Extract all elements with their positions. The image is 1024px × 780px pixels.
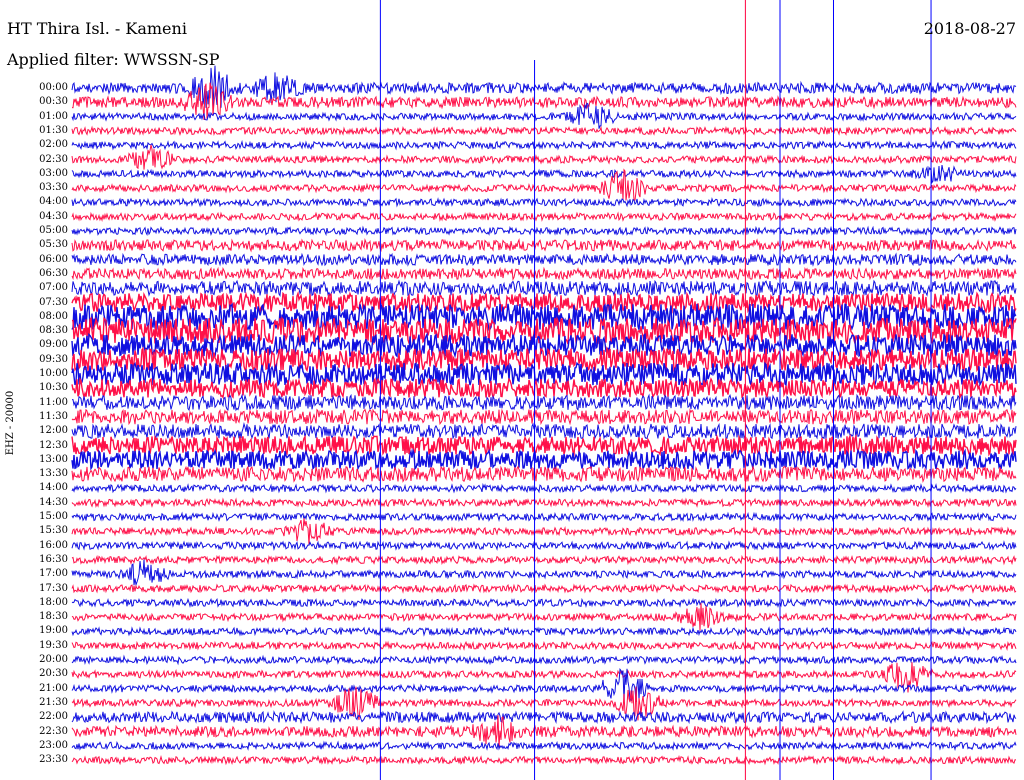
time-label-17: 08:30 bbox=[39, 325, 68, 337]
trace-row-31 bbox=[71, 518, 1017, 545]
time-label-7: 03:30 bbox=[39, 182, 68, 194]
trace-row-14 bbox=[71, 279, 1017, 298]
trace-row-19 bbox=[71, 345, 1017, 373]
trace-row-29 bbox=[71, 497, 1017, 508]
trace-row-22 bbox=[72, 393, 1017, 412]
time-label-18: 09:00 bbox=[39, 339, 68, 351]
time-label-15: 07:30 bbox=[39, 296, 68, 308]
time-label-12: 06:00 bbox=[39, 253, 68, 265]
trace-row-32 bbox=[71, 540, 1017, 551]
trace-row-33 bbox=[71, 554, 1017, 566]
trace-row-34 bbox=[71, 559, 1017, 587]
time-label-3: 01:30 bbox=[39, 124, 68, 136]
trace-row-5 bbox=[71, 144, 1017, 170]
trace-row-23 bbox=[71, 408, 1017, 426]
time-label-2: 01:00 bbox=[39, 110, 68, 122]
trace-row-10 bbox=[71, 225, 1017, 237]
time-label-9: 04:30 bbox=[39, 210, 68, 222]
trace-row-6 bbox=[71, 165, 1017, 184]
time-label-6: 03:00 bbox=[39, 167, 68, 179]
time-label-30: 15:00 bbox=[39, 511, 68, 522]
seismogram-plot bbox=[0, 0, 1024, 780]
trace-row-3 bbox=[71, 125, 1017, 136]
time-label-5: 02:30 bbox=[39, 153, 68, 165]
trace-row-24 bbox=[71, 422, 1017, 440]
time-label-0: 00:00 bbox=[39, 82, 68, 93]
trace-row-36 bbox=[71, 597, 1017, 609]
trace-row-37 bbox=[71, 603, 1017, 631]
trace-row-0 bbox=[71, 65, 1017, 108]
trace-row-16 bbox=[71, 301, 1017, 333]
trace-row-38 bbox=[71, 626, 1017, 637]
trace-row-13 bbox=[71, 266, 1017, 281]
date-label: 2018-08-27 bbox=[923, 19, 1016, 38]
trace-row-40 bbox=[71, 654, 1017, 666]
time-label-16: 08:00 bbox=[39, 310, 68, 322]
time-label-33: 16:30 bbox=[39, 553, 68, 565]
trace-row-35 bbox=[71, 583, 1017, 594]
time-label-35: 17:30 bbox=[39, 582, 68, 594]
time-label-11: 05:30 bbox=[39, 239, 68, 251]
seismogram-svg bbox=[71, 0, 1017, 780]
channel-label: EHZ - 20000 bbox=[5, 390, 16, 456]
trace-row-46 bbox=[71, 740, 1017, 752]
time-label-32: 16:00 bbox=[39, 539, 68, 551]
time-label-34: 17:00 bbox=[39, 568, 68, 580]
time-label-38: 19:00 bbox=[39, 625, 68, 637]
time-label-44: 22:00 bbox=[39, 711, 68, 723]
time-label-31: 15:30 bbox=[39, 525, 68, 537]
trace-row-9 bbox=[71, 211, 1017, 223]
time-label-29: 14:30 bbox=[39, 496, 68, 508]
trace-row-26 bbox=[71, 448, 1017, 472]
time-label-4: 02:00 bbox=[39, 139, 68, 151]
trace-row-12 bbox=[71, 252, 1017, 267]
time-label-45: 22:30 bbox=[39, 725, 68, 737]
trace-row-11 bbox=[71, 237, 1017, 253]
time-label-39: 19:30 bbox=[39, 639, 68, 651]
time-label-1: 00:30 bbox=[39, 96, 68, 108]
time-label-20: 10:00 bbox=[39, 368, 68, 379]
trace-row-47 bbox=[71, 754, 1017, 766]
time-label-10: 05:00 bbox=[39, 225, 68, 236]
time-label-43: 21:30 bbox=[39, 696, 68, 708]
trace-row-27 bbox=[71, 465, 1017, 483]
time-label-27: 13:30 bbox=[39, 468, 68, 480]
trace-row-4 bbox=[71, 139, 1017, 151]
trace-row-44 bbox=[71, 710, 1017, 725]
time-label-36: 18:00 bbox=[39, 596, 68, 608]
trace-row-8 bbox=[71, 197, 1017, 208]
trace-row-39 bbox=[71, 640, 1017, 651]
time-label-14: 07:00 bbox=[39, 282, 68, 294]
time-label-13: 06:30 bbox=[39, 267, 68, 279]
trace-row-28 bbox=[71, 482, 1017, 494]
time-label-19: 09:30 bbox=[39, 353, 68, 365]
time-label-47: 23:30 bbox=[39, 754, 68, 766]
time-label-41: 20:30 bbox=[39, 668, 68, 680]
trace-row-30 bbox=[71, 511, 1017, 523]
time-label-42: 21:00 bbox=[39, 682, 68, 694]
time-label-28: 14:00 bbox=[39, 482, 68, 494]
trace-row-15 bbox=[71, 290, 1017, 314]
time-label-40: 20:00 bbox=[39, 654, 68, 665]
time-label-8: 04:00 bbox=[39, 196, 68, 208]
time-label-46: 23:00 bbox=[39, 739, 68, 751]
time-label-37: 18:30 bbox=[39, 611, 68, 623]
